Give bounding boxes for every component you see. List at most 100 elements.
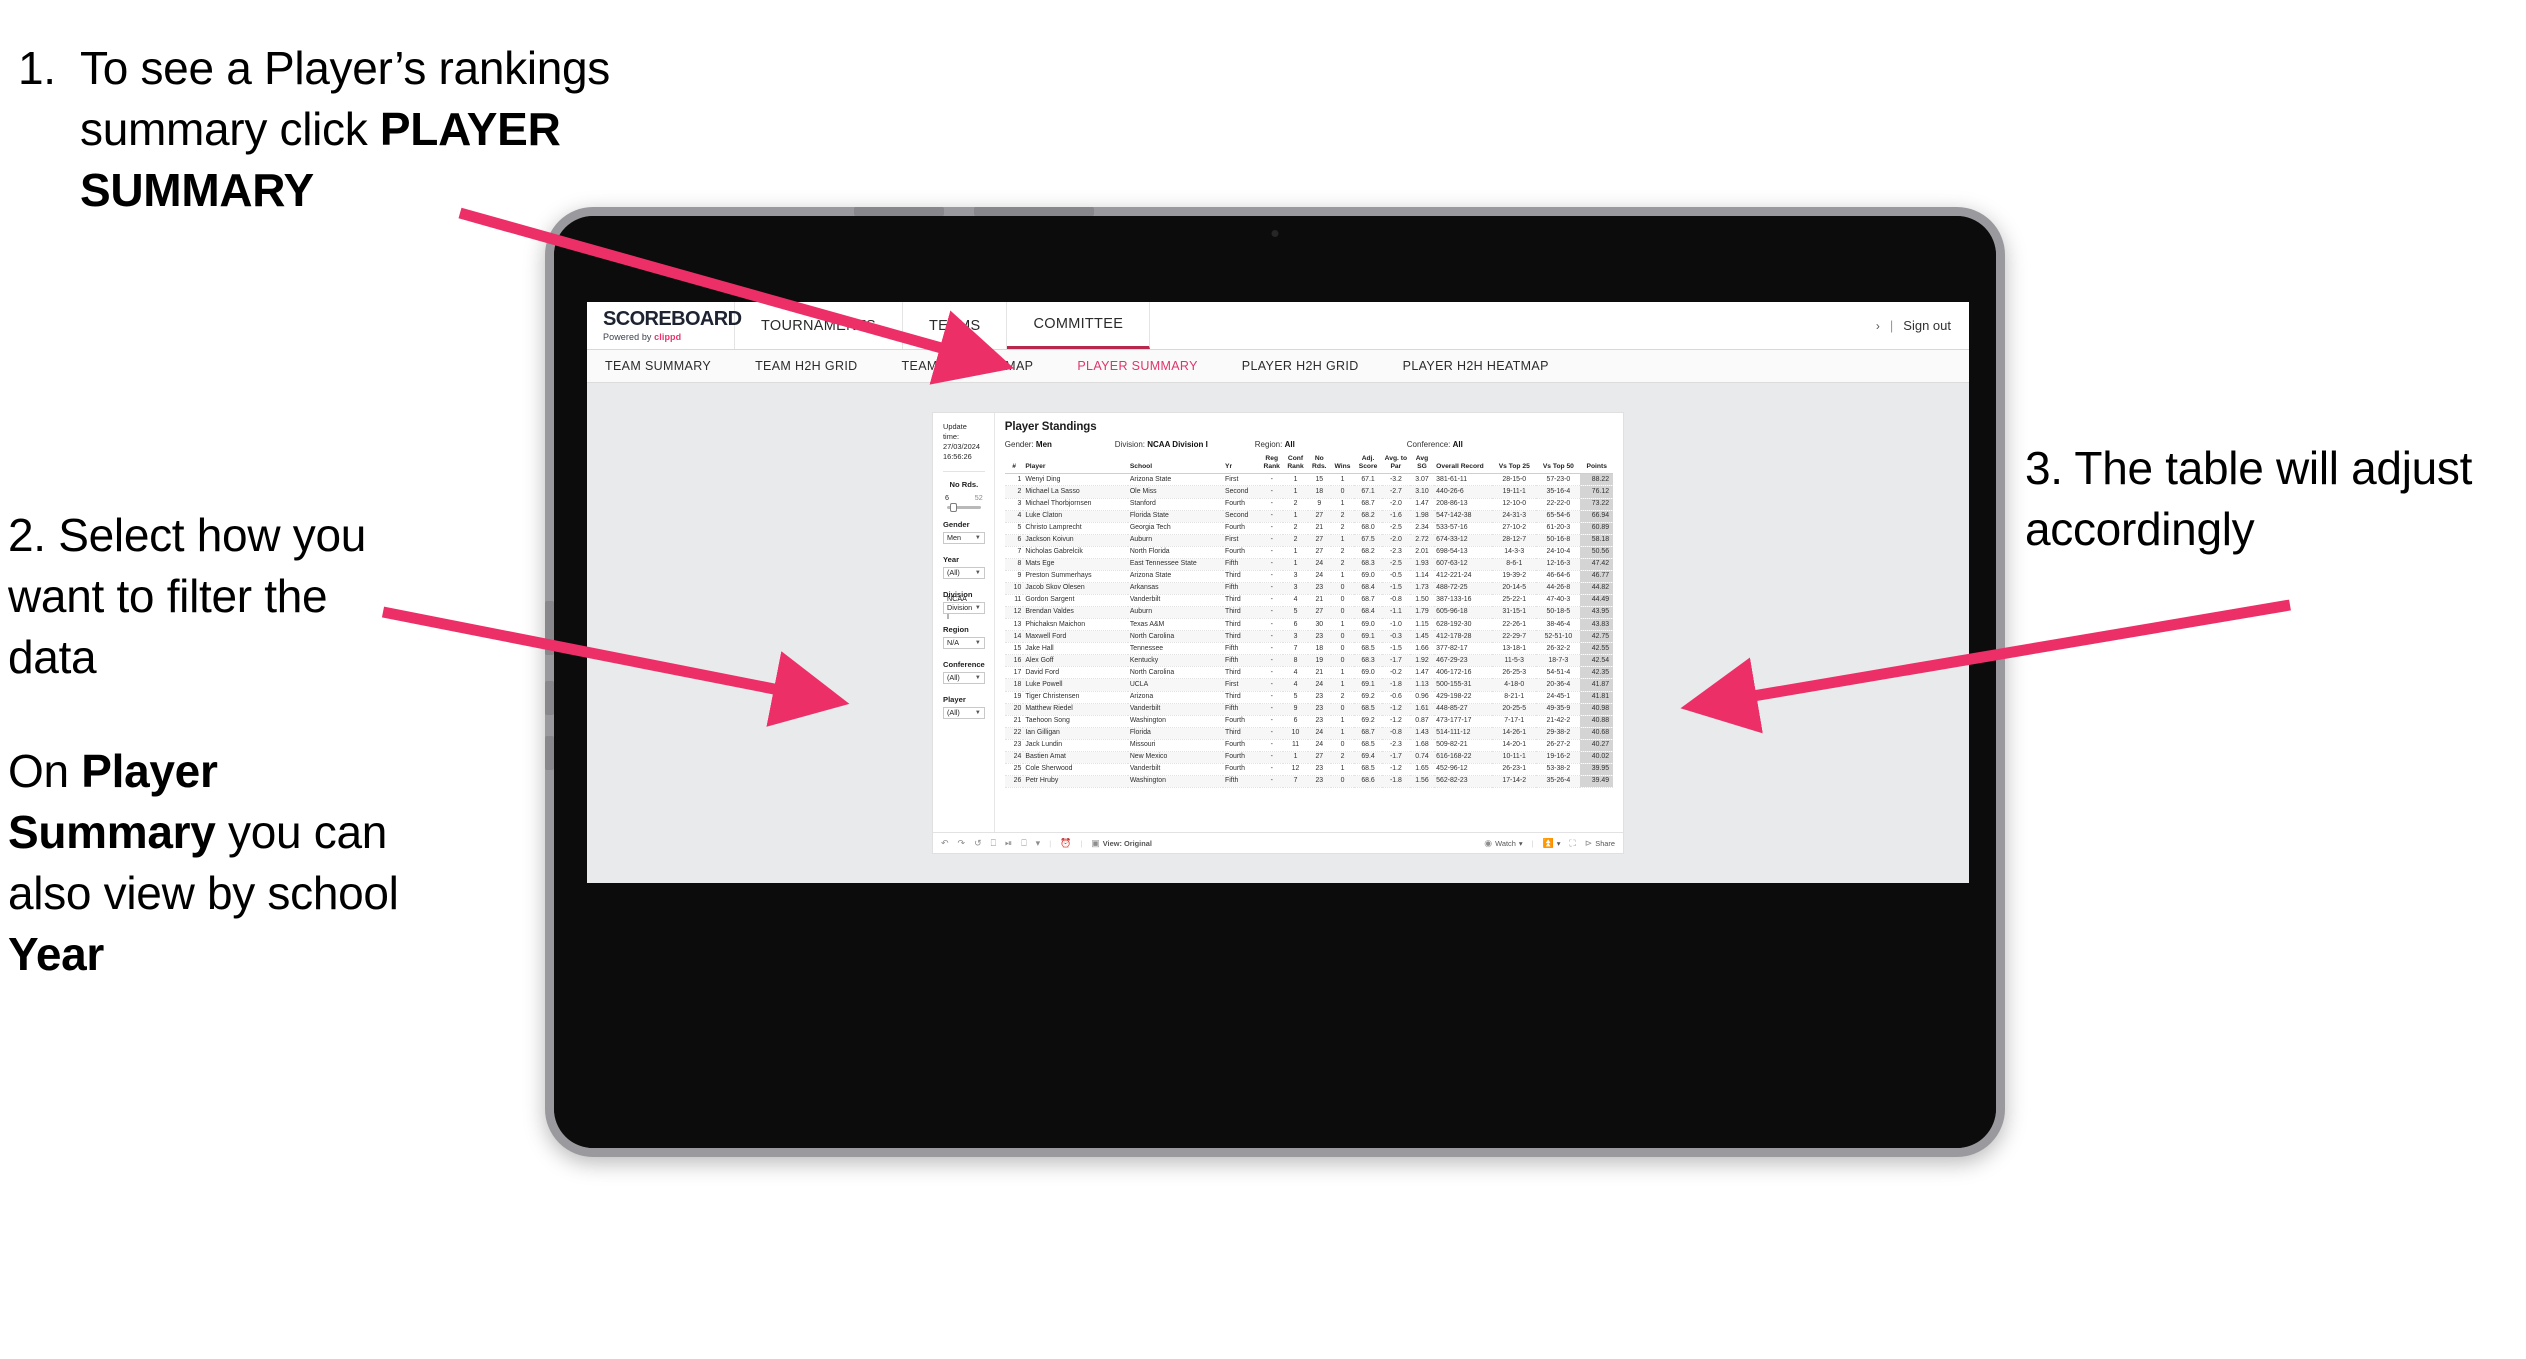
cell-number: 7: [1283, 775, 1308, 789]
table-row[interactable]: 3 Michael Thorbjornsen Stanford Fourth -2 9 1 6…: [1004, 498, 1614, 511]
cell-number: 2: [1330, 546, 1355, 559]
filter-region-dropdown[interactable]: N/A ▼: [943, 636, 985, 649]
tab-team-h2h-heatmap[interactable]: TEAM H2H HEATMAP: [902, 350, 1034, 383]
tab-team-h2h-grid[interactable]: TEAM H2H GRID: [755, 350, 857, 383]
table-row[interactable]: 13 Phichaksn Maichon Texas A&M Third -6 30 1 69…: [1004, 618, 1614, 632]
table-row[interactable]: 19 Tiger Christensen Arizona Third -5 23 2 69.2…: [1004, 691, 1614, 704]
table-row[interactable]: 20 Matthew Riedel Vanderbilt Fifth -9 23 0 68.5…: [1004, 703, 1614, 716]
table-row[interactable]: 18 Luke Powell UCLA First -4 24 1 69.1 -1.8 1.13 5…: [1004, 678, 1614, 692]
filter-gender-dropdown[interactable]: Men ▼: [943, 531, 985, 544]
table-row[interactable]: 2 Michael La Sasso Ole Miss Second -1 18 0 67.1…: [1004, 485, 1614, 499]
fullscreen-icon[interactable]: ⛶: [1569, 838, 1575, 849]
summary-region-label: Region:: [1254, 440, 1283, 449]
cell-number: 68.4: [1354, 606, 1382, 620]
cell-number: 1.92: [1409, 654, 1435, 668]
watch-button[interactable]: ◉ Watch ▾: [1484, 838, 1522, 849]
cell-number: 38-46-4: [1536, 618, 1581, 632]
filter-no-rounds: No Rds. 6 52: [943, 480, 985, 512]
cell-number: 0: [1330, 594, 1355, 608]
cell-text: Bastien Amat: [1023, 751, 1128, 764]
redo-icon[interactable]: ↷: [958, 838, 966, 849]
cell-text: Tennessee: [1127, 642, 1223, 656]
account-chevron-icon[interactable]: ›: [1876, 319, 1880, 333]
col-school[interactable]: School: [1127, 455, 1223, 475]
cell-number: -0.8: [1381, 727, 1410, 740]
cell-number: 1: [1330, 570, 1355, 583]
col-yr[interactable]: Yr: [1222, 455, 1261, 475]
cell-number: -: [1260, 775, 1284, 789]
table-row[interactable]: 16 Alex Goff Kentucky Fifth -8 19 0 68.3 -1.7 1.9…: [1004, 654, 1614, 668]
filter-conference-dropdown[interactable]: (All) ▼: [943, 671, 985, 684]
col-wins[interactable]: Wins: [1330, 455, 1355, 475]
table-row[interactable]: 11 Gordon Sargent Vanderbilt Third -4 21 0 68.7…: [1004, 594, 1614, 608]
nav-item-tournaments[interactable]: TOURNAMENTS: [735, 302, 904, 349]
filter-no-rounds-range: 6 52: [943, 492, 985, 504]
table-row[interactable]: 9 Preston Summerhays Arizona State Third -3 2…: [1004, 570, 1614, 583]
share-button[interactable]: ⊳ Share: [1585, 838, 1615, 849]
download-button[interactable]: ⏫ ▾: [1542, 838, 1560, 849]
cell-text: Gordon Sargent: [1023, 594, 1128, 608]
col-points[interactable]: Points: [1580, 455, 1614, 475]
col-conf-rank[interactable]: Conf Rank: [1283, 455, 1308, 475]
cell-points: 40.68: [1580, 727, 1614, 740]
table-row[interactable]: 23 Jack Lundin Missouri Fourth -11 24 0 68.5 -2.…: [1004, 739, 1614, 752]
revert-icon[interactable]: ↺: [974, 838, 982, 849]
col-no-rds[interactable]: No Rds.: [1307, 455, 1331, 475]
col-adj-score[interactable]: Adj. Score: [1354, 455, 1382, 475]
sign-out-link[interactable]: Sign out: [1903, 318, 1951, 333]
col-reg-rank[interactable]: Reg Rank: [1260, 455, 1284, 475]
undo-icon[interactable]: ↶: [941, 838, 949, 849]
col-avg-to-par[interactable]: Avg. to Par: [1381, 455, 1410, 475]
cell-number: 1: [1283, 751, 1308, 764]
tab-player-h2h-heatmap[interactable]: PLAYER H2H HEATMAP: [1403, 350, 1549, 383]
table-row[interactable]: 15 Jake Hall Tennessee Fifth -7 18 0 68.5 -1.5 1.…: [1004, 642, 1614, 656]
filter-no-rounds-slider-handle[interactable]: [949, 502, 957, 512]
col-avg-sg[interactable]: Avg SG: [1409, 455, 1435, 475]
table-row[interactable]: 17 David Ford North Carolina Third -4 21 1 69.0…: [1004, 666, 1614, 680]
refresh-icon[interactable]: ⎕: [991, 838, 996, 849]
chevron-down-icon[interactable]: ▾: [1036, 838, 1041, 849]
tab-team-summary[interactable]: TEAM SUMMARY: [605, 350, 711, 383]
nav-item-teams[interactable]: TEAMS: [903, 302, 1008, 349]
custom-views-button[interactable]: ▣ View: Original: [1091, 838, 1152, 849]
table-row[interactable]: 26 Petr Hruby Washington Fifth -7 23 0 68.6 -1.8…: [1004, 775, 1614, 789]
cell-number: -: [1260, 727, 1284, 740]
filter-player-dropdown[interactable]: (All) ▼: [943, 706, 985, 719]
nav-item-committee[interactable]: COMMITTEE: [1007, 302, 1151, 349]
table-row[interactable]: 7 Nicholas Gabrelcik North Florida Fourth -1…: [1004, 546, 1614, 559]
table-row[interactable]: 21 Taehoon Song Washington Fourth -6 23 1 69.2-…: [1004, 715, 1614, 728]
clock-icon[interactable]: ⏰: [1060, 838, 1071, 849]
device-layout-icon[interactable]: ⎕: [1021, 838, 1026, 849]
filter-year-dropdown[interactable]: (All) ▼: [943, 566, 985, 579]
cell-text: Third: [1222, 727, 1261, 740]
cell-text: Jake Hall: [1023, 642, 1128, 656]
cell-number: 11: [1283, 739, 1308, 752]
table-row[interactable]: 25 Cole Sherwood Vanderbilt Fourth -12 23 1 68.…: [1004, 763, 1614, 776]
filter-division-dropdown[interactable]: NCAA Division I ▼: [943, 594, 985, 621]
table-row[interactable]: 4 Luke Claton Florida State Second -1 27 2 68.2…: [1004, 510, 1614, 523]
table-row[interactable]: 1 Wenyi Ding Arizona State First -1 15 1 67.1 -3…: [1004, 473, 1614, 487]
cell-number: 68.4: [1354, 582, 1382, 596]
tab-player-h2h-grid[interactable]: PLAYER H2H GRID: [1242, 350, 1359, 383]
table-row[interactable]: 6 Jackson Koivun Auburn First -2 27 1 67.5 -2.0 2…: [1004, 534, 1614, 547]
app-logo[interactable]: SCOREBOARD Powered by clippd: [587, 302, 742, 349]
table-row[interactable]: 5 Christo Lamprecht Georgia Tech Fourth -2 21…: [1004, 522, 1614, 535]
cell-number: 21: [1307, 666, 1331, 680]
filter-no-rounds-slider-track[interactable]: [947, 502, 981, 512]
col-overall-record[interactable]: Overall Record: [1434, 455, 1493, 475]
col-vs-top-50[interactable]: Vs Top 50: [1536, 455, 1581, 475]
pause-icon[interactable]: ⏯: [1005, 838, 1012, 849]
table-row[interactable]: 14 Maxwell Ford North Carolina Third -3 23 0 69…: [1004, 630, 1614, 644]
table-row[interactable]: 22 Ian Gilligan Florida Third -10 24 1 68.7 -0.8…: [1004, 727, 1614, 740]
col-vs-top-25[interactable]: Vs Top 25: [1492, 455, 1537, 475]
table-row[interactable]: 10 Jacob Skov Olesen Arkansas Fifth -3 23 0 68.…: [1004, 582, 1614, 596]
toolbar-divider-2: |: [1080, 838, 1083, 848]
col-rank[interactable]: #: [1004, 455, 1024, 475]
col-player[interactable]: Player: [1023, 455, 1128, 475]
table-row[interactable]: 12 Brendan Valdes Auburn Third -5 27 0 68.4 -1.1…: [1004, 606, 1614, 620]
table-row[interactable]: 24 Bastien Amat New Mexico Fourth -1 27 2 69.4-…: [1004, 751, 1614, 764]
tab-player-summary[interactable]: PLAYER SUMMARY: [1077, 350, 1197, 383]
table-row[interactable]: 8 Mats Ege East Tennessee State Fifth -1 24 2 6…: [1004, 558, 1614, 571]
cell-number: -: [1260, 654, 1284, 668]
standings-header: Player Standings Gender: Men Division: N…: [995, 413, 1623, 789]
